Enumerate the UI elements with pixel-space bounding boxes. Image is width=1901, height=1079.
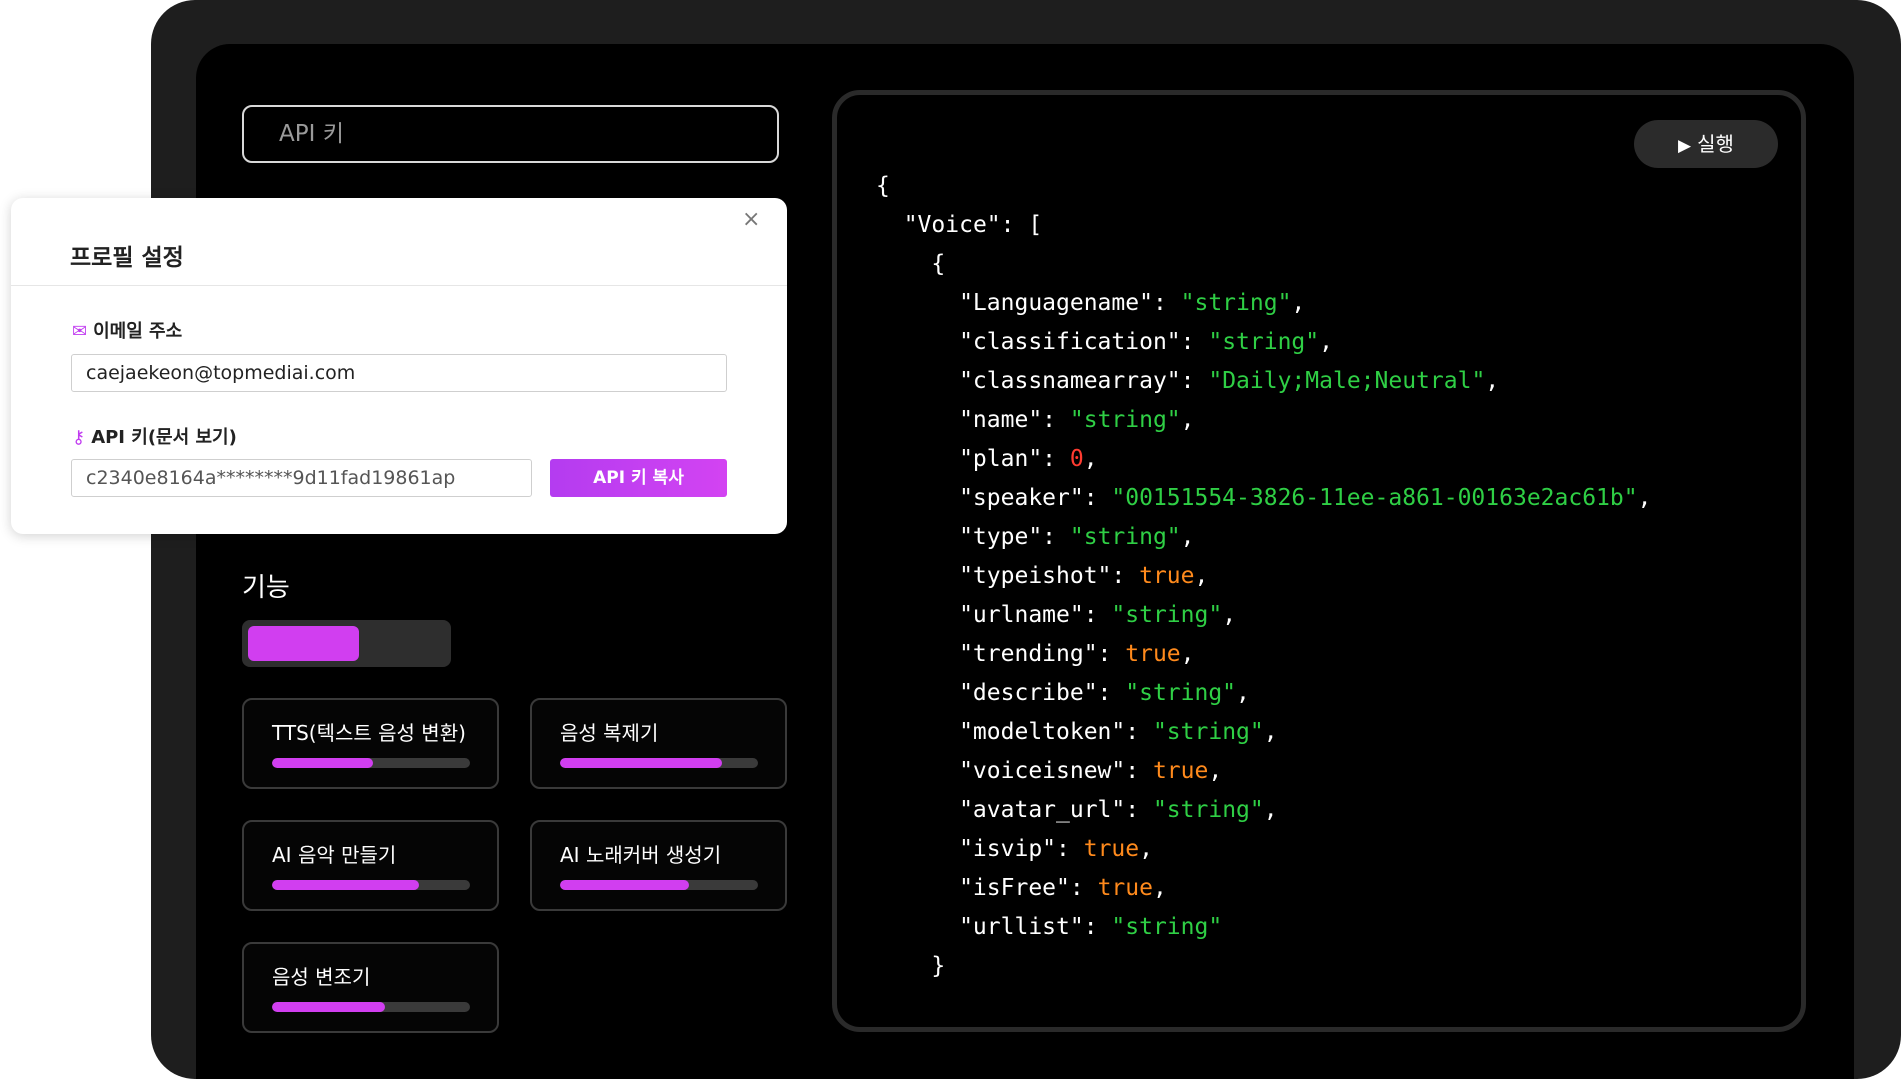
code-value: 0 xyxy=(1069,446,1084,472)
key-icon: ⚷ xyxy=(72,427,86,448)
code-value: true xyxy=(1125,641,1181,667)
code-value: "string" xyxy=(1152,719,1264,745)
close-icon[interactable]: × xyxy=(742,208,760,232)
code-value: "string" xyxy=(1069,524,1181,550)
api-key-field[interactable]: c2340e8164a********9d11fad19861ap xyxy=(71,459,532,497)
email-label: ✉ 이메일 주소 xyxy=(72,317,182,343)
copy-api-key-button[interactable]: API 키 복사 xyxy=(550,459,727,497)
code-value: "string" xyxy=(1152,797,1264,823)
code-value: "string" xyxy=(1111,602,1223,628)
email-label-text: 이메일 주소 xyxy=(93,321,183,342)
code-voice-key: "Voice" xyxy=(903,212,1001,238)
code-value: true xyxy=(1097,875,1153,901)
api-key-label[interactable]: ⚷ API 키(문서 보기) xyxy=(72,423,237,449)
email-field[interactable]: caejaekeon@topmediai.com xyxy=(71,354,727,392)
code-value: true xyxy=(1083,836,1140,862)
code-value: "string" xyxy=(1208,329,1320,355)
code-value: "string" xyxy=(1180,290,1292,316)
run-button[interactable]: ▶ 실행 xyxy=(1634,120,1778,168)
code-value: "string" xyxy=(1069,407,1181,433)
json-code-block: { "Voice": [ { "Languagename": "string",… xyxy=(876,173,1652,979)
code-value: "00151554-3826-11ee-a861-00163e2ac61b" xyxy=(1111,485,1638,511)
code-value: true xyxy=(1139,563,1195,589)
mail-icon: ✉ xyxy=(72,321,88,342)
api-key-label-text: API 키(문서 보기) xyxy=(91,427,237,448)
run-button-label: 실행 xyxy=(1697,132,1734,156)
modal-title: 프로필 설정 xyxy=(70,245,184,271)
code-value: "string" xyxy=(1125,680,1237,706)
code-value: "string" xyxy=(1111,914,1223,940)
code-value: true xyxy=(1152,758,1209,784)
play-icon: ▶ xyxy=(1678,136,1692,156)
modal-divider xyxy=(11,285,787,286)
code-value: "Daily;Male;Neutral" xyxy=(1208,368,1486,394)
